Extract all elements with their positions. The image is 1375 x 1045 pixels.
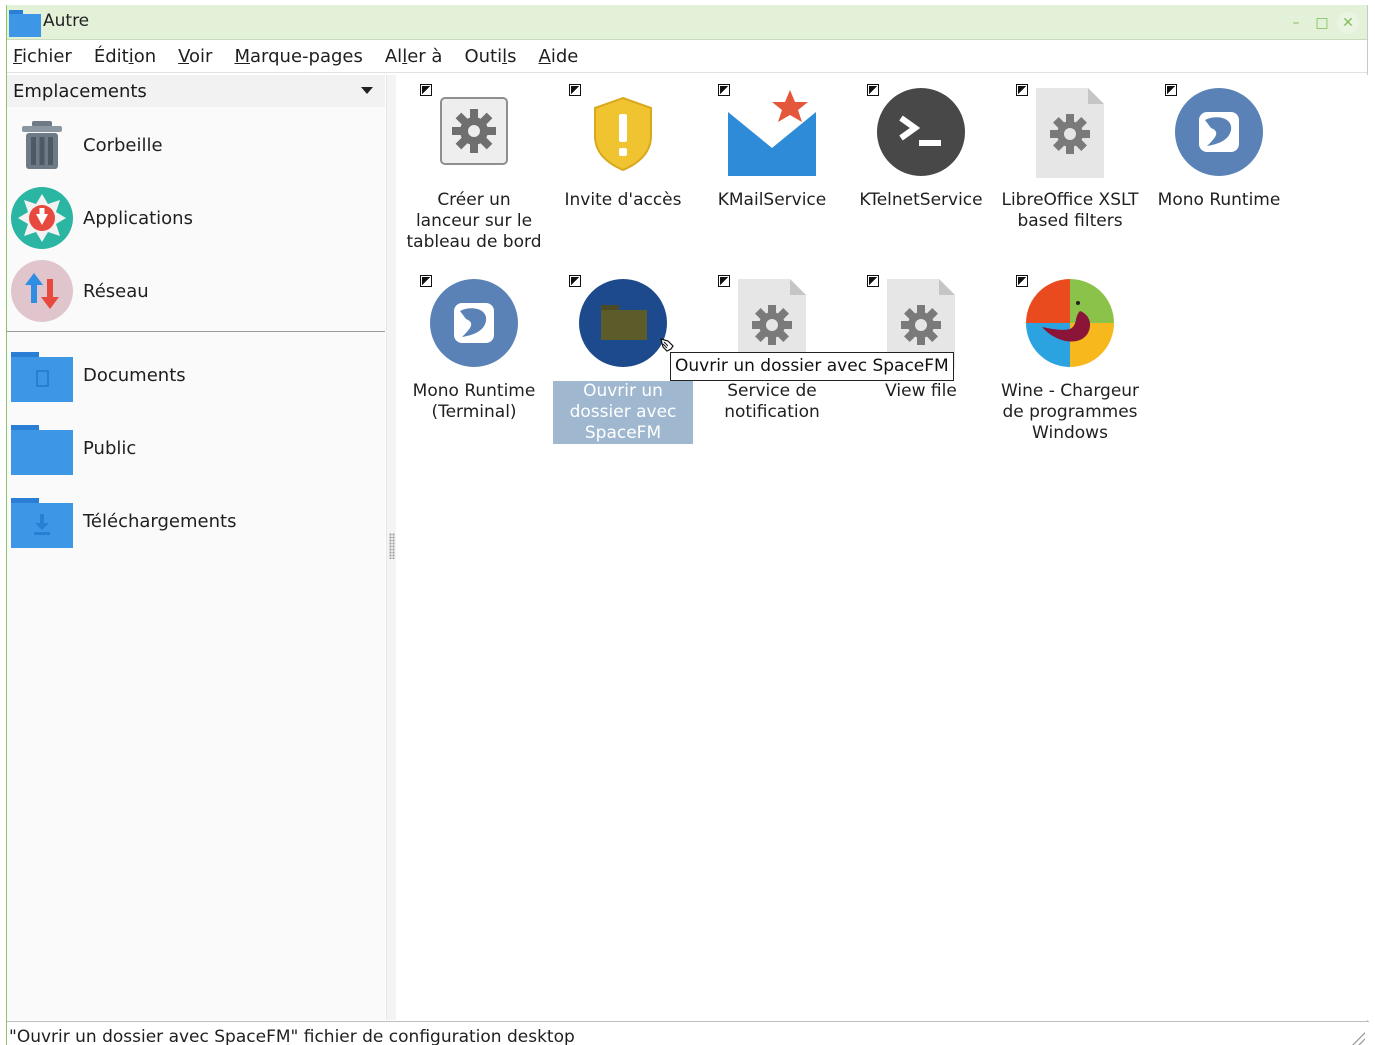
file-name: KMailService bbox=[717, 190, 827, 210]
wine-icon bbox=[1016, 275, 1118, 373]
file-item-kmailservice[interactable]: KMailService bbox=[702, 84, 842, 211]
menu-bar: Fichier Édition Voir Marque-pages Aller à Out… bbox=[7, 41, 1367, 73]
resize-grip-icon[interactable] bbox=[1347, 1030, 1365, 1045]
menu-marque-pages[interactable]: Marque-pages bbox=[234, 46, 362, 67]
title-bar[interactable]: Autre – □ ✕ bbox=[7, 5, 1367, 40]
sidebar-item-label: Applications bbox=[83, 207, 193, 229]
symlink-icon bbox=[420, 84, 432, 96]
sidebar-item-label: Documents bbox=[83, 364, 186, 386]
mono-icon bbox=[420, 275, 522, 373]
file-name: Invite d'accès bbox=[564, 190, 682, 210]
file-view: Créer un lanceur sur le tableau de bord … bbox=[397, 75, 1369, 1020]
file-item-mono-runtime-terminal[interactable]: Mono Runtime (Terminal) bbox=[404, 275, 544, 423]
symlink-icon bbox=[718, 275, 730, 287]
file-name: KTelnetService bbox=[859, 190, 983, 210]
sidebar-separator bbox=[7, 331, 385, 332]
file-name: Wine - Chargeur de programmes Windows bbox=[1000, 381, 1140, 443]
places-header-label: Emplacements bbox=[13, 80, 147, 102]
sidebar-item-applications[interactable]: Applications bbox=[7, 184, 385, 252]
symlink-icon bbox=[569, 275, 581, 287]
tooltip: Ouvrir un dossier avec SpaceFM bbox=[670, 352, 954, 381]
file-item-service-notification[interactable]: Service de notification bbox=[702, 275, 842, 423]
spacefm-folder-icon bbox=[569, 275, 671, 373]
places-dropdown[interactable]: Emplacements bbox=[7, 75, 385, 107]
menu-outils[interactable]: Outils bbox=[464, 46, 516, 67]
file-item-mono-runtime[interactable]: Mono Runtime bbox=[1149, 84, 1289, 211]
close-icon[interactable]: ✕ bbox=[1337, 12, 1359, 34]
grip-icon bbox=[389, 533, 395, 559]
kmail-envelope-icon bbox=[718, 84, 820, 182]
file-name: Ouvrir un dossier avec SpaceFM bbox=[553, 381, 693, 444]
sidebar-item-reseau[interactable]: Réseau bbox=[7, 257, 385, 325]
symlink-icon bbox=[718, 84, 730, 96]
menu-aller-à[interactable]: Aller à bbox=[385, 46, 443, 67]
file-manager-window: Autre – □ ✕ Fichier Édition Voir Marque-pag… bbox=[6, 5, 1369, 1045]
menu-édition[interactable]: Édition bbox=[94, 46, 156, 67]
sidebar-item-documents[interactable]: Documents bbox=[7, 341, 385, 409]
mono-icon bbox=[1165, 84, 1267, 182]
file-name: Mono Runtime (Terminal) bbox=[412, 381, 536, 422]
symlink-icon bbox=[420, 275, 432, 287]
sidebar-item-public[interactable]: Public bbox=[7, 414, 385, 482]
symlink-icon bbox=[1165, 84, 1177, 96]
symlink-icon bbox=[1016, 275, 1028, 287]
terminal-icon bbox=[867, 84, 969, 182]
file-item-ktelnetservice[interactable]: KTelnetService bbox=[851, 84, 991, 211]
menu-aide[interactable]: Aide bbox=[538, 46, 578, 67]
file-item-wine[interactable]: Wine - Chargeur de programmes Windows bbox=[1000, 275, 1140, 444]
folder-app-icon bbox=[9, 10, 41, 37]
file-item-libreoffice-xslt[interactable]: LibreOffice XSLT based filters bbox=[1000, 84, 1140, 232]
network-icon bbox=[9, 258, 75, 324]
chevron-down-icon bbox=[361, 87, 373, 94]
window-controls: – □ ✕ bbox=[1285, 12, 1359, 34]
launcher-gear-icon bbox=[420, 84, 522, 182]
minimize-icon[interactable]: – bbox=[1285, 12, 1307, 34]
menu-fichier[interactable]: Fichier bbox=[13, 46, 72, 67]
status-bar: "Ouvrir un dossier avec SpaceFM" fichier… bbox=[7, 1021, 1369, 1045]
symlink-icon bbox=[1016, 84, 1028, 96]
sidebar-item-label: Réseau bbox=[83, 280, 149, 302]
pane-resize-handle[interactable] bbox=[386, 75, 396, 1020]
gear-document-icon bbox=[1016, 84, 1118, 182]
applications-icon bbox=[9, 185, 75, 251]
file-item-invite-acces[interactable]: Invite d'accès bbox=[553, 84, 693, 211]
documents-folder-icon bbox=[9, 342, 75, 408]
sidebar-item-corbeille[interactable]: Corbeille bbox=[7, 111, 385, 179]
sidebar-item-label: Téléchargements bbox=[83, 510, 237, 532]
symlink-icon bbox=[867, 275, 879, 287]
maximize-icon[interactable]: □ bbox=[1311, 12, 1333, 34]
file-name: View file bbox=[885, 381, 957, 401]
access-prompt-shield-icon bbox=[569, 84, 671, 182]
file-name: Créer un lanceur sur le tableau de bord bbox=[406, 190, 542, 252]
file-name: Mono Runtime bbox=[1157, 190, 1281, 210]
window-title: Autre bbox=[43, 11, 90, 31]
trash-icon bbox=[9, 112, 75, 178]
file-name: LibreOffice XSLT based filters bbox=[1001, 190, 1139, 231]
symlink-icon bbox=[867, 84, 879, 96]
sidebar-item-label: Public bbox=[83, 437, 137, 459]
public-folder-icon bbox=[9, 415, 75, 481]
status-text: "Ouvrir un dossier avec SpaceFM" fichier… bbox=[9, 1027, 575, 1045]
menu-voir[interactable]: Voir bbox=[178, 46, 212, 67]
file-name: Service de notification bbox=[724, 381, 820, 422]
file-item-view-file[interactable]: View file bbox=[851, 275, 991, 402]
symlink-icon bbox=[569, 84, 581, 96]
downloads-folder-icon bbox=[9, 488, 75, 554]
file-item-creer-lanceur[interactable]: Créer un lanceur sur le tableau de bord bbox=[404, 84, 544, 253]
sidebar-item-label: Corbeille bbox=[83, 134, 163, 156]
sidebar: Emplacements Corbeille Applications Rése… bbox=[7, 75, 385, 1020]
sidebar-item-telechargements[interactable]: Téléchargements bbox=[7, 487, 385, 555]
